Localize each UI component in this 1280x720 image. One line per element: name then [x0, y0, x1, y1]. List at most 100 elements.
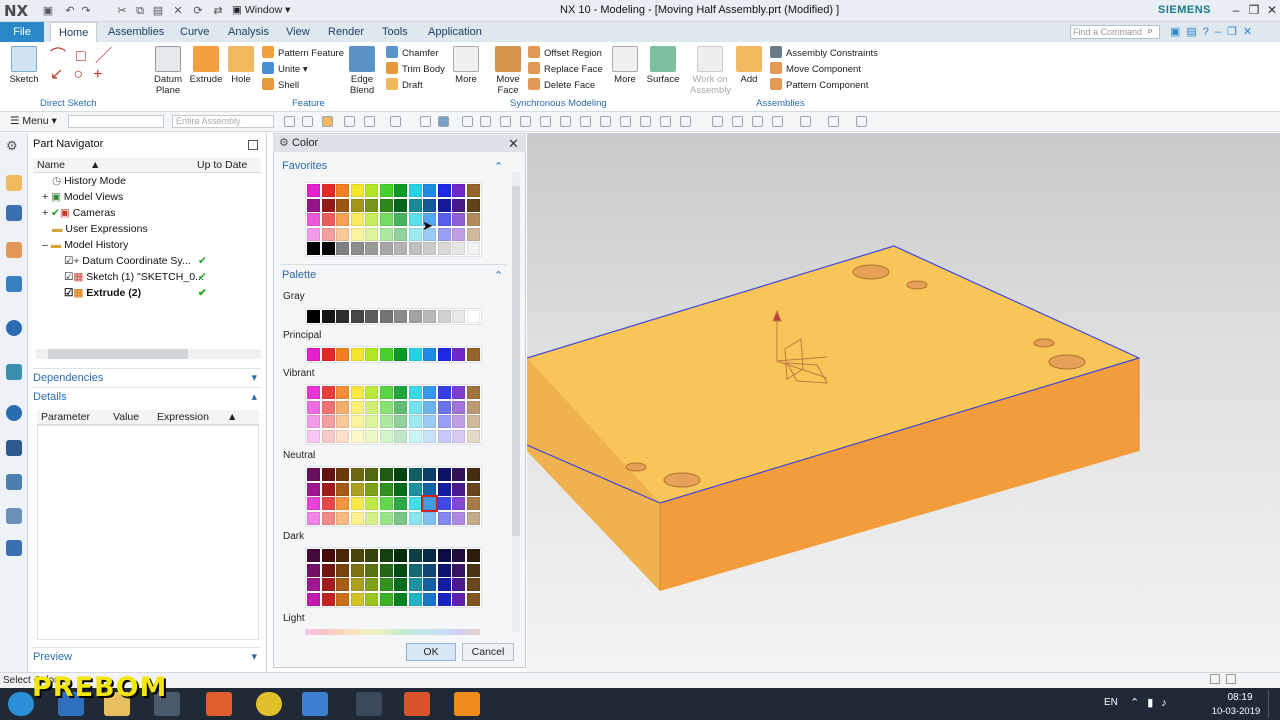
undo-icon[interactable]: ↶: [62, 3, 78, 19]
color-swatch[interactable]: [466, 497, 480, 510]
color-swatch[interactable]: [437, 184, 451, 197]
color-swatch[interactable]: [452, 578, 465, 591]
selection-mode-icon[interactable]: [322, 116, 333, 127]
shell-button[interactable]: Shell: [262, 78, 344, 94]
snap-icon[interactable]: [620, 116, 631, 127]
color-swatch[interactable]: [307, 184, 320, 197]
color-swatch[interactable]: [437, 563, 451, 577]
color-swatch[interactable]: [307, 227, 320, 241]
color-swatch[interactable]: [394, 592, 407, 606]
touch-mode-icon[interactable]: ⇄: [210, 3, 226, 19]
color-swatch[interactable]: [394, 184, 407, 197]
color-swatch[interactable]: [408, 400, 422, 414]
column-parameter[interactable]: Parameter: [37, 410, 109, 425]
color-swatch[interactable]: [336, 429, 349, 443]
color-swatch[interactable]: [379, 468, 393, 481]
color-swatch[interactable]: [365, 511, 378, 525]
color-swatch[interactable]: [437, 227, 451, 241]
minimize-icon[interactable]: –: [1228, 2, 1244, 18]
color-swatch[interactable]: [394, 497, 407, 510]
color-swatch[interactable]: [394, 198, 407, 212]
favorites-section[interactable]: Favorites: [282, 160, 327, 172]
color-swatch[interactable]: [423, 482, 436, 496]
color-swatch[interactable]: [408, 310, 422, 323]
graphics-window[interactable]: [526, 133, 1280, 673]
snap-icon[interactable]: [500, 116, 511, 127]
color-swatch[interactable]: [408, 386, 422, 399]
color-swatch[interactable]: [452, 184, 465, 197]
tab-file[interactable]: File: [0, 22, 44, 42]
snap-icon[interactable]: [580, 116, 591, 127]
color-swatch[interactable]: [321, 482, 335, 496]
tree-item-sketch[interactable]: ☑▦ Sketch (1) "SKETCH_0... ✔: [36, 269, 261, 285]
color-swatch[interactable]: [423, 429, 436, 443]
collapse-icon[interactable]: ⌃: [494, 269, 503, 282]
tools-icon[interactable]: [6, 474, 22, 490]
tree-item-model-history[interactable]: – ▬ Model History: [36, 237, 261, 253]
favorites-swatch-grid[interactable]: [305, 182, 482, 257]
color-swatch[interactable]: [379, 415, 393, 428]
color-swatch[interactable]: [423, 348, 436, 361]
color-swatch[interactable]: [437, 415, 451, 428]
color-swatch[interactable]: [437, 468, 451, 481]
color-swatch[interactable]: [423, 184, 436, 197]
color-swatch[interactable]: [307, 497, 320, 510]
view-icon[interactable]: [712, 116, 723, 127]
menu-button[interactable]: ☰ Menu ▾: [10, 115, 57, 127]
vlc-icon[interactable]: [454, 692, 480, 716]
snap-icon[interactable]: [540, 116, 551, 127]
settings-icon[interactable]: ⚙: [6, 138, 18, 154]
color-swatch[interactable]: [466, 213, 480, 226]
color-swatch[interactable]: [394, 213, 407, 226]
color-swatch[interactable]: [350, 198, 364, 212]
add-component-button[interactable]: Add: [736, 46, 762, 85]
color-swatch[interactable]: [394, 227, 407, 241]
color-swatch[interactable]: [365, 563, 378, 577]
color-swatch[interactable]: [408, 198, 422, 212]
color-swatch[interactable]: [452, 310, 465, 323]
tree-item-user-expressions[interactable]: ▬ User Expressions: [36, 221, 261, 237]
color-swatch[interactable]: [408, 578, 422, 591]
color-swatch[interactable]: [321, 184, 335, 197]
draft-button[interactable]: Draft: [386, 78, 445, 94]
snap-icon[interactable]: [390, 116, 401, 127]
neutral-swatch-grid[interactable]: [305, 466, 482, 527]
color-swatch[interactable]: [452, 511, 465, 525]
more-sync-button[interactable]: More: [612, 46, 638, 85]
color-swatch[interactable]: [365, 482, 378, 496]
color-swatch[interactable]: [423, 468, 436, 481]
color-swatch[interactable]: [350, 213, 364, 226]
cut-icon[interactable]: ✂: [114, 3, 130, 19]
color-swatch[interactable]: [336, 511, 349, 525]
color-swatch[interactable]: [379, 429, 393, 443]
surface-button[interactable]: Surface: [646, 46, 680, 85]
color-swatch[interactable]: [437, 242, 451, 255]
gear-icon[interactable]: ⚙: [279, 137, 289, 149]
color-swatch[interactable]: [350, 592, 364, 606]
color-swatch[interactable]: [307, 578, 320, 591]
color-swatch[interactable]: [394, 578, 407, 591]
app-icon[interactable]: [356, 692, 382, 716]
color-swatch[interactable]: [321, 213, 335, 226]
color-swatch[interactable]: [466, 429, 480, 443]
color-swatch[interactable]: [394, 549, 407, 562]
color-swatch[interactable]: [350, 415, 364, 428]
delete-icon[interactable]: ✕: [170, 3, 186, 19]
tray-icons[interactable]: ⌃▮♪: [1130, 696, 1175, 709]
color-swatch[interactable]: [365, 213, 378, 226]
checkbox-icon[interactable]: ☑: [64, 287, 73, 299]
history-icon[interactable]: [6, 364, 22, 380]
color-swatch[interactable]: [379, 400, 393, 414]
color-swatch[interactable]: [321, 227, 335, 241]
clock-time[interactable]: 08:19: [1222, 692, 1258, 703]
color-swatch[interactable]: [321, 549, 335, 562]
color-swatch[interactable]: [321, 348, 335, 361]
tab-home[interactable]: Home: [50, 22, 98, 42]
color-swatch[interactable]: [466, 310, 480, 323]
delete-face-button[interactable]: Delete Face: [528, 78, 603, 94]
status-icon[interactable]: [1226, 674, 1236, 684]
color-swatch[interactable]: [466, 242, 480, 255]
web-browser-icon[interactable]: [6, 320, 22, 336]
color-swatch[interactable]: [466, 578, 480, 591]
color-swatch[interactable]: [336, 415, 349, 428]
